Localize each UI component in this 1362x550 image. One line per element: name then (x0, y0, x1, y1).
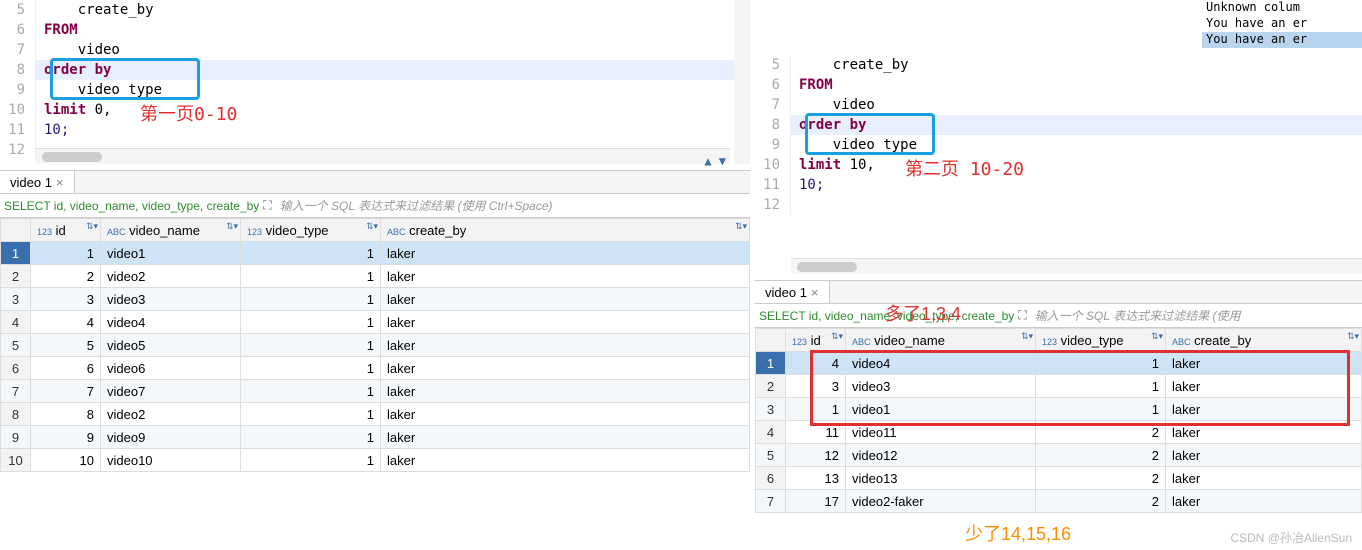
column-header-create_by[interactable]: ABC create_by⇅▾ (381, 219, 750, 242)
column-header-id[interactable]: 123 id⇅▾ (786, 329, 846, 352)
close-icon[interactable]: × (56, 175, 64, 190)
left-pane: 5 create_by6FROM7 video8order by9 video_… (0, 0, 750, 550)
table-row[interactable]: 88video21laker (1, 403, 750, 426)
sql-editor-left[interactable]: 5 create_by6FROM7 video8order by9 video_… (0, 0, 750, 170)
result-grid-left[interactable]: 123 id⇅▾ABC video_name⇅▾123 video_type⇅▾… (0, 218, 750, 472)
table-row[interactable]: 22video21laker (1, 265, 750, 288)
table-row[interactable]: 55video51laker (1, 334, 750, 357)
result-tab-left[interactable]: video 1 × (0, 171, 75, 193)
result-tab-right[interactable]: video 1 × (755, 281, 830, 303)
column-header-video_name[interactable]: ABC video_name⇅▾ (846, 329, 1036, 352)
row-header-corner[interactable] (756, 329, 786, 352)
table-row[interactable]: 717video2-faker2laker (756, 490, 1362, 513)
tab-label: video 1 (765, 285, 807, 300)
result-tab-bar-right: video 1 × (755, 280, 1362, 304)
sql-editor-right[interactable]: 5 create_by6FROM7 video8order by9 video_… (755, 55, 1362, 280)
table-row[interactable]: 613video132laker (756, 467, 1362, 490)
table-row[interactable]: 11video11laker (1, 242, 750, 265)
table-row[interactable]: 512video122laker (756, 444, 1362, 467)
hscroll-left[interactable] (36, 148, 730, 164)
expand-icon[interactable]: ⛶ (259, 198, 275, 213)
vscroll-left-editor[interactable] (734, 0, 750, 164)
table-row[interactable]: 99video91laker (1, 426, 750, 449)
column-header-video_name[interactable]: ABC video_name⇅▾ (101, 219, 241, 242)
expand-icon[interactable]: ⛶ (1014, 308, 1030, 323)
table-row[interactable]: 66video61laker (1, 357, 750, 380)
table-row[interactable]: 411video112laker (756, 421, 1362, 444)
hscroll-right[interactable] (791, 258, 1362, 274)
column-header-video_type[interactable]: 123 video_type⇅▾ (241, 219, 381, 242)
close-icon[interactable]: × (811, 285, 819, 300)
query-text: SELECT id, video_name, video_type, creat… (0, 199, 259, 213)
table-row[interactable]: 23video31laker (756, 375, 1362, 398)
column-header-video_type[interactable]: 123 video_type⇅▾ (1036, 329, 1166, 352)
filter-input-left[interactable]: 输入一个 SQL 表达式来过滤结果 (使用 Ctrl+Space) (276, 197, 750, 214)
collapse-icon[interactable]: ▲ ▼ (704, 154, 726, 168)
tab-label: video 1 (10, 175, 52, 190)
table-row[interactable]: 77video71laker (1, 380, 750, 403)
table-row[interactable]: 1010video101laker (1, 449, 750, 472)
query-bar-left: SELECT id, video_name, video_type, creat… (0, 194, 750, 218)
result-grid-right[interactable]: 123 id⇅▾ABC video_name⇅▾123 video_type⇅▾… (755, 328, 1362, 513)
query-text: SELECT id, video_name, video_type, creat… (755, 309, 1014, 323)
right-pane: Unknown columYou have an erYou have an e… (755, 0, 1362, 550)
result-tab-bar-left: video 1 × (0, 170, 750, 194)
filter-input-right[interactable]: 输入一个 SQL 表达式来过滤结果 (使用 (1031, 307, 1362, 324)
watermark: CSDN @孙冶AllenSun (1230, 529, 1352, 546)
table-row[interactable]: 33video31laker (1, 288, 750, 311)
table-row[interactable]: 44video41laker (1, 311, 750, 334)
table-row[interactable]: 14video41laker (756, 352, 1362, 375)
annotation-missing: 少了14,15,16 (965, 520, 1071, 546)
column-header-create_by[interactable]: ABC create_by⇅▾ (1166, 329, 1362, 352)
query-bar-right: SELECT id, video_name, video_type, creat… (755, 304, 1362, 328)
console-output: Unknown columYou have an erYou have an e… (1202, 0, 1362, 50)
column-header-id[interactable]: 123 id⇅▾ (31, 219, 101, 242)
table-row[interactable]: 31video11laker (756, 398, 1362, 421)
row-header-corner[interactable] (1, 219, 31, 242)
